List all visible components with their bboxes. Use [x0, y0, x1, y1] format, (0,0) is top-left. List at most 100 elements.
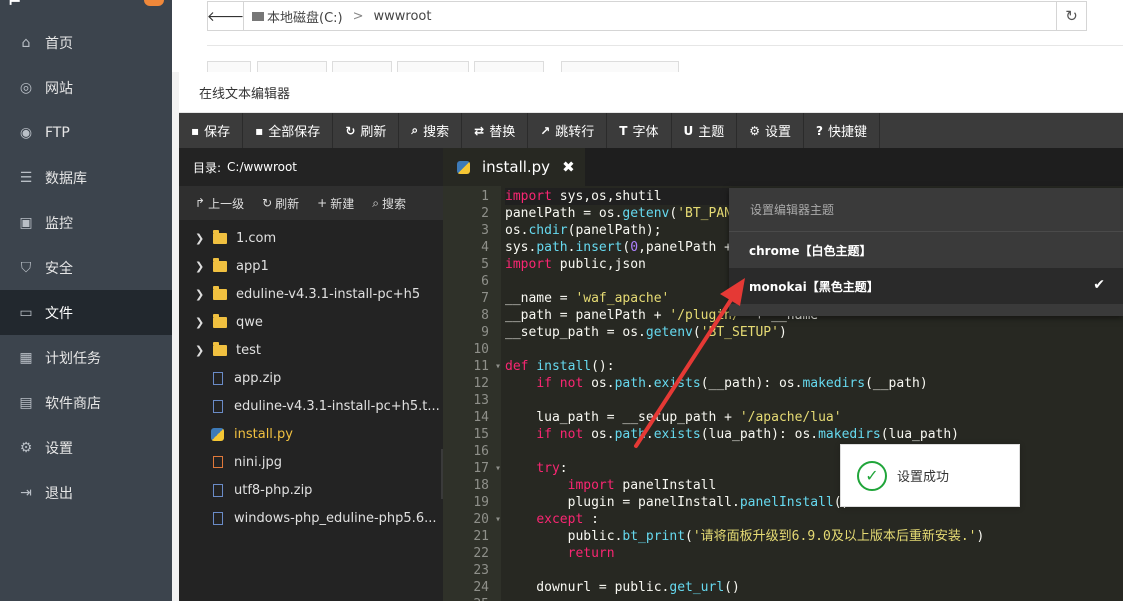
save-all-icon: ▪ — [255, 123, 264, 138]
sidebar-item-ftp[interactable]: ◉ FTP — [0, 110, 172, 155]
code-line[interactable]: import panelInstall — [505, 477, 1123, 494]
arrow-left-icon: 🡐 — [206, 8, 245, 25]
sidebar-item-label: 文件 — [45, 305, 73, 322]
tree-file-item[interactable]: app.zip — [179, 364, 443, 392]
close-icon[interactable]: ✖ — [562, 158, 575, 176]
sidebar-item-logout[interactable]: ⇥ 退出 — [0, 470, 172, 515]
breadcrumb-folder[interactable]: wwwroot — [374, 9, 432, 24]
tree-file-item[interactable]: install.py — [179, 420, 443, 448]
sidebar-item-calendar[interactable]: ▦ 计划任务 — [0, 335, 172, 380]
tree-file-item[interactable]: nini.jpg — [179, 448, 443, 476]
sidebar-item-label: 网站 — [45, 80, 73, 97]
code-line[interactable]: downurl = public.get_url() — [505, 579, 1123, 596]
toolbar-font-button[interactable]: T 字体 — [607, 113, 672, 148]
tree-tool-button[interactable]: + 新建 — [317, 195, 354, 212]
theme-dropdown: 设置编辑器主题 chrome【白色主题】 monokai【黑色主题】 ✔ — [729, 188, 1123, 316]
chevron-right-icon[interactable]: ❯ — [195, 344, 207, 357]
line-number: 7 — [481, 291, 489, 306]
breadcrumb-drive[interactable]: 本地磁盘(C:) — [267, 7, 343, 26]
toolbar-gear-button[interactable]: ⚙ 设置 — [737, 113, 805, 148]
chevron-right-icon[interactable]: ❯ — [195, 316, 207, 329]
file-icon — [213, 371, 223, 385]
toolbar-refresh-button[interactable]: ↻ 刷新 — [333, 113, 400, 148]
tree-tool-button[interactable]: ↱ 上一级 — [195, 195, 244, 212]
sidebar-item-label: FTP — [45, 124, 70, 141]
back-button[interactable]: 🡐 — [206, 2, 245, 30]
line-number: 10 — [473, 342, 489, 357]
line-number: 3 — [481, 223, 489, 238]
reload-button[interactable]: ↻ — [1056, 2, 1086, 30]
tree-file-item[interactable]: utf8-php.zip — [179, 476, 443, 504]
tree-folder-item[interactable]: ❯ qwe — [179, 308, 443, 336]
tree-folder-item[interactable]: ❯ 1.com — [179, 224, 443, 252]
sidebar-item-home[interactable]: ⌂ 首页 — [0, 20, 172, 65]
tree-item-label: qwe — [236, 314, 263, 330]
check-icon: ✔ — [1093, 277, 1105, 293]
toolbar-save-all-button[interactable]: ▪ 全部保存 — [243, 113, 334, 148]
sidebar-item-label: 设置 — [45, 440, 73, 457]
theme-option[interactable]: chrome【白色主题】 — [729, 232, 1123, 268]
image-file-icon — [213, 456, 223, 468]
folder-icon — [213, 257, 227, 272]
chevron-right-icon[interactable]: ❯ — [195, 232, 207, 245]
line-number: 17 — [443, 460, 501, 477]
chevron-right-icon[interactable]: ❯ — [195, 288, 207, 301]
toolbar-button-label: 字体 — [632, 125, 659, 140]
toolbar-save-button[interactable]: ▪ 保存 — [179, 113, 244, 148]
monitor-icon: ▣ — [19, 214, 33, 231]
tree-item-label: app.zip — [234, 370, 282, 386]
theme-option[interactable]: monokai【黑色主题】 ✔ — [729, 268, 1123, 304]
code-line[interactable] — [505, 562, 1123, 579]
code-line[interactable]: if not os.path.exists(lua_path): os.make… — [505, 426, 1123, 443]
tree-item-label: nini.jpg — [234, 454, 282, 470]
code-line[interactable] — [505, 443, 1123, 460]
tree-folder-item[interactable]: ❯ test — [179, 336, 443, 364]
tree-item-label: app1 — [236, 258, 269, 274]
tree-file-item[interactable]: windows-php_eduline-php5.6... — [179, 504, 443, 532]
code-line[interactable] — [505, 341, 1123, 358]
sidebar-item-apps[interactable]: ▤ 软件商店 — [0, 380, 172, 425]
code-line[interactable]: plugin = panelInstall.panelInstall() — [505, 494, 1123, 511]
line-number: 9 — [481, 325, 489, 340]
toolbar-replace-button[interactable]: ⇄ 替换 — [462, 113, 529, 148]
line-gutter: 1234567891011121314151617181920212223242… — [443, 186, 501, 601]
code-line[interactable]: if not os.path.exists(__path): os.makedi… — [505, 375, 1123, 392]
sidebar-item-label: 数据库 — [45, 170, 87, 187]
code-line[interactable]: lua_path = __setup_path + '/apache/lua' — [505, 409, 1123, 426]
tab-install-py[interactable]: install.py ✖ — [443, 148, 585, 186]
line-number: 24 — [473, 580, 489, 595]
line-number: 23 — [473, 563, 489, 578]
code-line[interactable]: return — [505, 545, 1123, 562]
sidebar-item-monitor[interactable]: ▣ 监控 — [0, 200, 172, 245]
toolbar-button-label: 主题 — [698, 125, 725, 140]
line-number: 20 — [443, 511, 501, 528]
folder-icon: ▭ — [19, 304, 33, 321]
toolbar-button-label: 搜索 — [423, 125, 450, 140]
sidebar-item-gear[interactable]: ⚙ 设置 — [0, 425, 172, 470]
code-line[interactable]: def install(): — [505, 358, 1123, 375]
tree-tool-button[interactable]: ↻ 刷新 — [262, 195, 299, 212]
toolbar-help-button[interactable]: ? 快捷键 — [804, 113, 881, 148]
code-line[interactable]: __setup_path = os.getenv('BT_SETUP') — [505, 324, 1123, 341]
tree-tool-button[interactable]: ⌕ 搜索 — [372, 195, 406, 212]
sidebar-item-globe[interactable]: ◎ 网站 — [0, 65, 172, 110]
tree-tool-label: 搜索 — [381, 196, 406, 211]
tree-file-item[interactable]: eduline-v4.3.1-install-pc+h5.t... — [179, 392, 443, 420]
code-line[interactable] — [505, 596, 1123, 601]
folder-icon — [213, 341, 227, 356]
chevron-right-icon[interactable]: ❯ — [195, 260, 207, 273]
sidebar-item-folder[interactable]: ▭ 文件 — [0, 290, 172, 335]
code-line[interactable]: try: — [505, 460, 1123, 477]
sidebar-item-shield[interactable]: ⛉ 安全 — [0, 245, 172, 290]
code-line[interactable]: public.bt_print('请将面板升级到6.9.0及以上版本后重新安装.… — [505, 528, 1123, 545]
toolbar-goto-button[interactable]: ↗ 跳转行 — [528, 113, 608, 148]
tree-folder-item[interactable]: ❯ eduline-v4.3.1-install-pc+h5 — [179, 280, 443, 308]
toolbar-magnet-button[interactable]: U 主题 — [672, 113, 738, 148]
line-number: 16 — [473, 444, 489, 459]
tree-folder-item[interactable]: ❯ app1 — [179, 252, 443, 280]
code-line[interactable] — [505, 392, 1123, 409]
code-line[interactable]: except : — [505, 511, 1123, 528]
line-number: 18 — [473, 478, 489, 493]
toolbar-search-button[interactable]: ⌕ 搜索 — [399, 113, 463, 148]
sidebar-item-database[interactable]: ☰ 数据库 — [0, 155, 172, 200]
